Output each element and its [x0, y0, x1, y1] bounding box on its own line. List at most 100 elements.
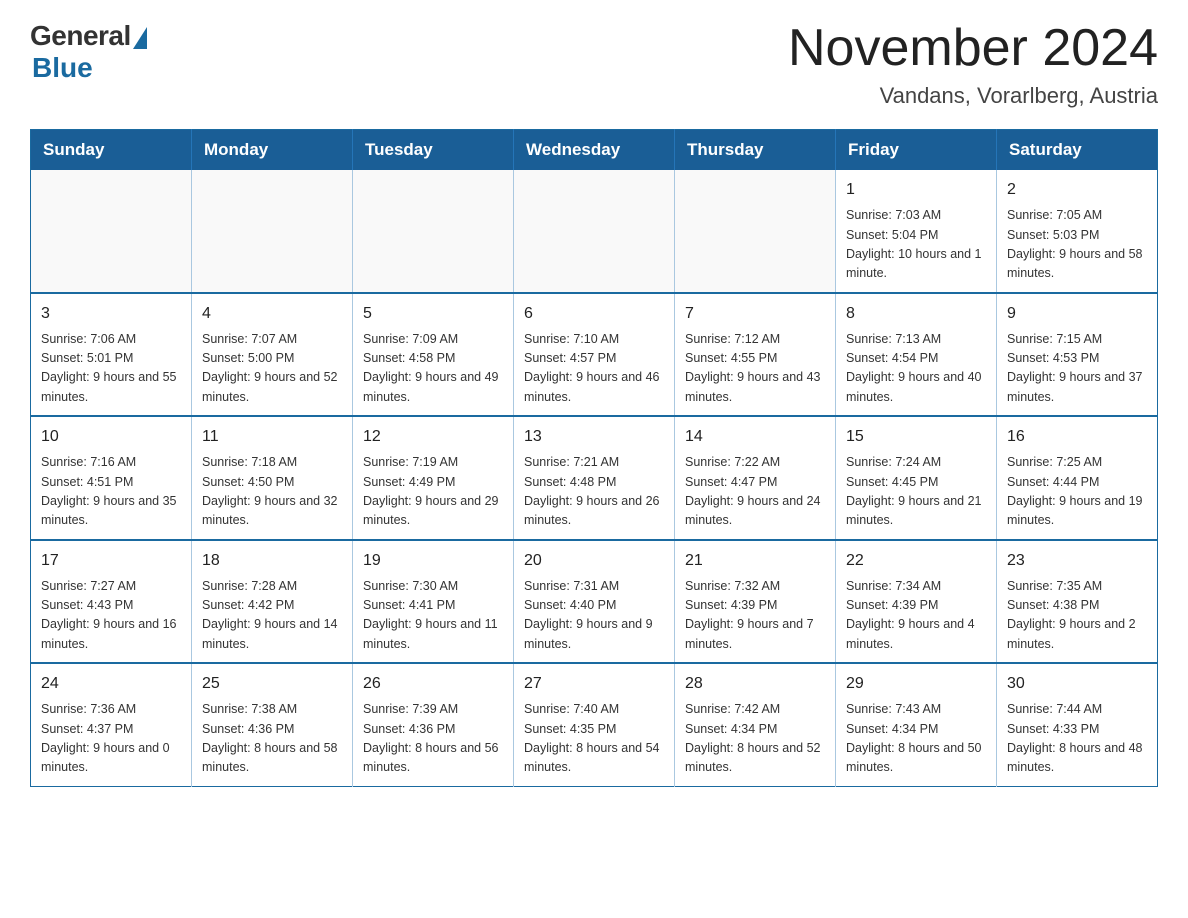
day-info: Sunrise: 7:39 AMSunset: 4:36 PMDaylight:…	[363, 700, 503, 778]
day-number: 9	[1007, 302, 1147, 326]
location-title: Vandans, Vorarlberg, Austria	[788, 83, 1158, 109]
day-of-week-header: Wednesday	[514, 130, 675, 171]
day-number: 16	[1007, 425, 1147, 449]
day-of-week-header: Tuesday	[353, 130, 514, 171]
calendar-cell: 18 Sunrise: 7:28 AMSunset: 4:42 PMDayligh…	[192, 540, 353, 664]
day-number: 5	[363, 302, 503, 326]
day-number: 17	[41, 549, 181, 573]
header-row: SundayMondayTuesdayWednesdayThursdayFrid…	[31, 130, 1158, 171]
calendar-cell: 12Sunrise: 7:19 AMSunset: 4:49 PMDayligh…	[353, 416, 514, 540]
calendar-cell: 13 Sunrise: 7:21 AMSunset: 4:48 PMDayligh…	[514, 416, 675, 540]
day-info: Sunrise: 7:44 AMSunset: 4:33 PMDaylight:…	[1007, 700, 1147, 778]
day-info: Sunrise: 7:32 AMSunset: 4:39 PMDaylight:…	[685, 577, 825, 655]
calendar-cell: 19 Sunrise: 7:30 AMSunset: 4:41 PMDayligh…	[353, 540, 514, 664]
calendar-cell: 10 Sunrise: 7:16 AMSunset: 4:51 PMDayligh…	[31, 416, 192, 540]
calendar-table: SundayMondayTuesdayWednesdayThursdayFrid…	[30, 129, 1158, 787]
calendar-week-row: 17 Sunrise: 7:27 AMSunset: 4:43 PMDayligh…	[31, 540, 1158, 664]
calendar-cell: 8 Sunrise: 7:13 AMSunset: 4:54 PMDaylight…	[836, 293, 997, 417]
day-number: 15	[846, 425, 986, 449]
day-number: 30	[1007, 672, 1147, 696]
day-of-week-header: Sunday	[31, 130, 192, 171]
calendar-cell: 7 Sunrise: 7:12 AMSunset: 4:55 PMDaylight…	[675, 293, 836, 417]
day-info: Sunrise: 7:13 AMSunset: 4:54 PMDaylight:…	[846, 330, 986, 408]
day-info: Sunrise: 7:07 AMSunset: 5:00 PMDaylight:…	[202, 330, 342, 408]
day-number: 10	[41, 425, 181, 449]
day-number: 22	[846, 549, 986, 573]
day-number: 7	[685, 302, 825, 326]
calendar-cell: 30 Sunrise: 7:44 AMSunset: 4:33 PMDayligh…	[997, 663, 1158, 786]
day-of-week-header: Thursday	[675, 130, 836, 171]
calendar-cell: 14 Sunrise: 7:22 AMSunset: 4:47 PMDayligh…	[675, 416, 836, 540]
calendar-cell	[675, 170, 836, 293]
day-info: Sunrise: 7:43 AMSunset: 4:34 PMDaylight:…	[846, 700, 986, 778]
day-number: 26	[363, 672, 503, 696]
day-number: 8	[846, 302, 986, 326]
calendar-cell	[353, 170, 514, 293]
day-of-week-header: Monday	[192, 130, 353, 171]
day-info: Sunrise: 7:27 AMSunset: 4:43 PMDaylight:…	[41, 577, 181, 655]
day-info: Sunrise: 7:06 AMSunset: 5:01 PMDaylight:…	[41, 330, 181, 408]
day-number: 14	[685, 425, 825, 449]
logo: General Blue	[30, 20, 147, 84]
calendar-cell: 24 Sunrise: 7:36 AMSunset: 4:37 PMDayligh…	[31, 663, 192, 786]
day-number: 21	[685, 549, 825, 573]
calendar-cell: 2Sunrise: 7:05 AMSunset: 5:03 PMDaylight…	[997, 170, 1158, 293]
day-number: 18	[202, 549, 342, 573]
calendar-cell: 29Sunrise: 7:43 AMSunset: 4:34 PMDayligh…	[836, 663, 997, 786]
day-info: Sunrise: 7:16 AMSunset: 4:51 PMDaylight:…	[41, 453, 181, 531]
day-of-week-header: Friday	[836, 130, 997, 171]
day-info: Sunrise: 7:42 AMSunset: 4:34 PMDaylight:…	[685, 700, 825, 778]
title-area: November 2024 Vandans, Vorarlberg, Austr…	[788, 20, 1158, 109]
day-info: Sunrise: 7:31 AMSunset: 4:40 PMDaylight:…	[524, 577, 664, 655]
calendar-cell: 20 Sunrise: 7:31 AMSunset: 4:40 PMDayligh…	[514, 540, 675, 664]
day-number: 24	[41, 672, 181, 696]
day-number: 19	[363, 549, 503, 573]
day-info: Sunrise: 7:30 AMSunset: 4:41 PMDaylight:…	[363, 577, 503, 655]
day-number: 4	[202, 302, 342, 326]
day-number: 11	[202, 425, 342, 449]
day-info: Sunrise: 7:12 AMSunset: 4:55 PMDaylight:…	[685, 330, 825, 408]
calendar-cell	[31, 170, 192, 293]
calendar-cell: 21 Sunrise: 7:32 AMSunset: 4:39 PMDayligh…	[675, 540, 836, 664]
calendar-cell: 6Sunrise: 7:10 AMSunset: 4:57 PMDaylight…	[514, 293, 675, 417]
day-number: 27	[524, 672, 664, 696]
calendar-cell: 9Sunrise: 7:15 AMSunset: 4:53 PMDaylight…	[997, 293, 1158, 417]
calendar-cell: 22Sunrise: 7:34 AMSunset: 4:39 PMDayligh…	[836, 540, 997, 664]
calendar-week-row: 1 Sunrise: 7:03 AMSunset: 5:04 PMDaylight…	[31, 170, 1158, 293]
logo-general-text: General	[30, 20, 131, 52]
day-of-week-header: Saturday	[997, 130, 1158, 171]
day-info: Sunrise: 7:03 AMSunset: 5:04 PMDaylight:…	[846, 206, 986, 284]
calendar-cell: 16 Sunrise: 7:25 AMSunset: 4:44 PMDayligh…	[997, 416, 1158, 540]
calendar-cell: 3 Sunrise: 7:06 AMSunset: 5:01 PMDaylight…	[31, 293, 192, 417]
day-info: Sunrise: 7:22 AMSunset: 4:47 PMDaylight:…	[685, 453, 825, 531]
calendar-cell: 17 Sunrise: 7:27 AMSunset: 4:43 PMDayligh…	[31, 540, 192, 664]
calendar-cell: 15 Sunrise: 7:24 AMSunset: 4:45 PMDayligh…	[836, 416, 997, 540]
month-title: November 2024	[788, 20, 1158, 77]
day-info: Sunrise: 7:05 AMSunset: 5:03 PMDaylight:…	[1007, 206, 1147, 284]
calendar-cell: 11 Sunrise: 7:18 AMSunset: 4:50 PMDayligh…	[192, 416, 353, 540]
calendar-cell: 4 Sunrise: 7:07 AMSunset: 5:00 PMDaylight…	[192, 293, 353, 417]
day-number: 13	[524, 425, 664, 449]
day-info: Sunrise: 7:24 AMSunset: 4:45 PMDaylight:…	[846, 453, 986, 531]
logo-triangle-icon	[133, 27, 147, 49]
calendar-cell: 23 Sunrise: 7:35 AMSunset: 4:38 PMDayligh…	[997, 540, 1158, 664]
day-info: Sunrise: 7:35 AMSunset: 4:38 PMDaylight:…	[1007, 577, 1147, 655]
calendar-cell: 25Sunrise: 7:38 AMSunset: 4:36 PMDayligh…	[192, 663, 353, 786]
day-info: Sunrise: 7:28 AMSunset: 4:42 PMDaylight:…	[202, 577, 342, 655]
calendar-week-row: 10 Sunrise: 7:16 AMSunset: 4:51 PMDayligh…	[31, 416, 1158, 540]
day-number: 3	[41, 302, 181, 326]
day-info: Sunrise: 7:25 AMSunset: 4:44 PMDaylight:…	[1007, 453, 1147, 531]
day-number: 20	[524, 549, 664, 573]
day-info: Sunrise: 7:38 AMSunset: 4:36 PMDaylight:…	[202, 700, 342, 778]
calendar-cell: 26 Sunrise: 7:39 AMSunset: 4:36 PMDayligh…	[353, 663, 514, 786]
day-number: 23	[1007, 549, 1147, 573]
calendar-cell: 1 Sunrise: 7:03 AMSunset: 5:04 PMDaylight…	[836, 170, 997, 293]
day-number: 1	[846, 178, 986, 202]
day-info: Sunrise: 7:18 AMSunset: 4:50 PMDaylight:…	[202, 453, 342, 531]
calendar-week-row: 24 Sunrise: 7:36 AMSunset: 4:37 PMDayligh…	[31, 663, 1158, 786]
day-info: Sunrise: 7:36 AMSunset: 4:37 PMDaylight:…	[41, 700, 181, 778]
day-info: Sunrise: 7:21 AMSunset: 4:48 PMDaylight:…	[524, 453, 664, 531]
day-info: Sunrise: 7:09 AMSunset: 4:58 PMDaylight:…	[363, 330, 503, 408]
calendar-cell: 5 Sunrise: 7:09 AMSunset: 4:58 PMDaylight…	[353, 293, 514, 417]
day-info: Sunrise: 7:40 AMSunset: 4:35 PMDaylight:…	[524, 700, 664, 778]
